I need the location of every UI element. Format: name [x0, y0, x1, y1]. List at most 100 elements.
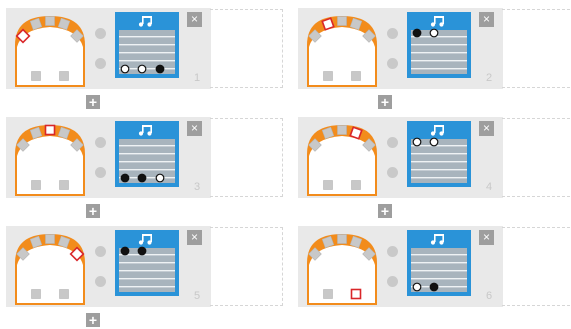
close-button[interactable]: × [187, 12, 202, 27]
sensor-top-2-selected[interactable] [321, 17, 335, 31]
staff-line [119, 52, 175, 54]
staff-line [411, 44, 467, 46]
staff-line [119, 60, 175, 62]
music-block[interactable] [407, 12, 471, 78]
connector-dot [95, 276, 106, 287]
music-block[interactable] [115, 121, 179, 187]
music-block[interactable] [115, 12, 179, 78]
note-empty[interactable] [137, 64, 147, 74]
step-number: 6 [486, 290, 493, 302]
add-step-button[interactable]: + [378, 204, 392, 218]
note-filled[interactable] [155, 64, 165, 74]
connector-dot [387, 58, 398, 69]
drop-zone[interactable] [210, 227, 283, 306]
step-card-1[interactable]: × 1 [6, 8, 286, 89]
connector-dot [95, 246, 106, 257]
music-note-icon [138, 125, 152, 136]
note-filled[interactable] [120, 246, 130, 256]
staff-line [119, 161, 175, 163]
connector-dot [387, 167, 398, 178]
staff-line [411, 169, 467, 171]
close-button[interactable]: × [187, 230, 202, 245]
staff-line [119, 44, 175, 46]
sensor-top-3[interactable] [45, 234, 55, 244]
music-note-icon [430, 234, 444, 245]
note-filled[interactable] [120, 173, 130, 183]
staff-line [119, 145, 175, 147]
staff-line [119, 278, 175, 280]
drop-zone[interactable] [210, 118, 283, 197]
note-empty[interactable] [429, 137, 439, 147]
music-note-icon [138, 234, 152, 245]
staff-line [119, 153, 175, 155]
close-button[interactable]: × [479, 230, 494, 245]
staff-line [119, 262, 175, 264]
note-empty[interactable] [412, 137, 422, 147]
step-card-4[interactable]: × 4 [298, 117, 571, 198]
sensor-bottom-left[interactable] [323, 289, 333, 299]
robot-sensor-selector[interactable] [14, 124, 86, 196]
staff-line [119, 36, 175, 38]
staff-line [119, 270, 175, 272]
connector-dot [387, 28, 398, 39]
sensor-bottom-right[interactable] [351, 71, 361, 81]
step-card-2[interactable]: × 2 [298, 8, 571, 89]
music-block[interactable] [407, 121, 471, 187]
music-note-icon [430, 125, 444, 136]
note-empty[interactable] [155, 173, 165, 183]
sensor-bottom-right-selected[interactable] [350, 288, 362, 300]
sensor-bottom-left[interactable] [323, 180, 333, 190]
step-card-5[interactable]: × 5 [6, 226, 286, 307]
staff-line [411, 60, 467, 62]
robot-sensor-selector[interactable] [306, 233, 378, 305]
drop-zone[interactable] [502, 9, 571, 88]
staff-line [411, 254, 467, 256]
note-empty[interactable] [412, 282, 422, 292]
connector-dot [387, 137, 398, 148]
sensor-top-4-selected[interactable] [349, 126, 363, 140]
sensor-top-3[interactable] [45, 16, 55, 26]
robot-sensor-selector[interactable] [14, 233, 86, 305]
note-empty[interactable] [120, 64, 130, 74]
robot-sensor-selector[interactable] [306, 124, 378, 196]
note-empty[interactable] [429, 28, 439, 38]
add-step-button[interactable]: + [86, 95, 100, 109]
sensor-bottom-left[interactable] [31, 71, 41, 81]
staff-line [411, 68, 467, 70]
drop-zone[interactable] [210, 9, 283, 88]
sensor-top-3[interactable] [337, 16, 347, 26]
staff-line [411, 177, 467, 179]
step-card-6[interactable]: × 6 [298, 226, 571, 307]
add-step-button[interactable]: + [86, 313, 100, 327]
music-block[interactable] [407, 230, 471, 296]
robot-sensor-selector[interactable] [14, 15, 86, 87]
note-filled[interactable] [412, 28, 422, 38]
sensor-bottom-left[interactable] [323, 71, 333, 81]
note-filled[interactable] [137, 246, 147, 256]
add-step-button[interactable]: + [378, 95, 392, 109]
sensor-top-3-selected[interactable] [44, 124, 56, 136]
sensor-bottom-left[interactable] [31, 180, 41, 190]
close-button[interactable]: × [479, 121, 494, 136]
add-step-button[interactable]: + [86, 204, 100, 218]
music-note-icon [430, 16, 444, 27]
staff-line [411, 153, 467, 155]
sensor-top-3[interactable] [337, 234, 347, 244]
close-button[interactable]: × [479, 12, 494, 27]
sensor-bottom-right[interactable] [59, 71, 69, 81]
robot-sensor-selector[interactable] [306, 15, 378, 87]
step-number: 4 [486, 181, 493, 193]
close-button[interactable]: × [187, 121, 202, 136]
note-filled[interactable] [137, 173, 147, 183]
sensor-bottom-right[interactable] [59, 180, 69, 190]
step-card-3[interactable]: × 3 [6, 117, 286, 198]
note-filled[interactable] [429, 282, 439, 292]
music-block[interactable] [115, 230, 179, 296]
sensor-bottom-right[interactable] [351, 180, 361, 190]
drop-zone[interactable] [502, 227, 571, 306]
sensor-bottom-right[interactable] [59, 289, 69, 299]
sensor-bottom-left[interactable] [31, 289, 41, 299]
drop-zone[interactable] [502, 118, 571, 197]
staff-line [411, 52, 467, 54]
sensor-top-3[interactable] [337, 125, 347, 135]
